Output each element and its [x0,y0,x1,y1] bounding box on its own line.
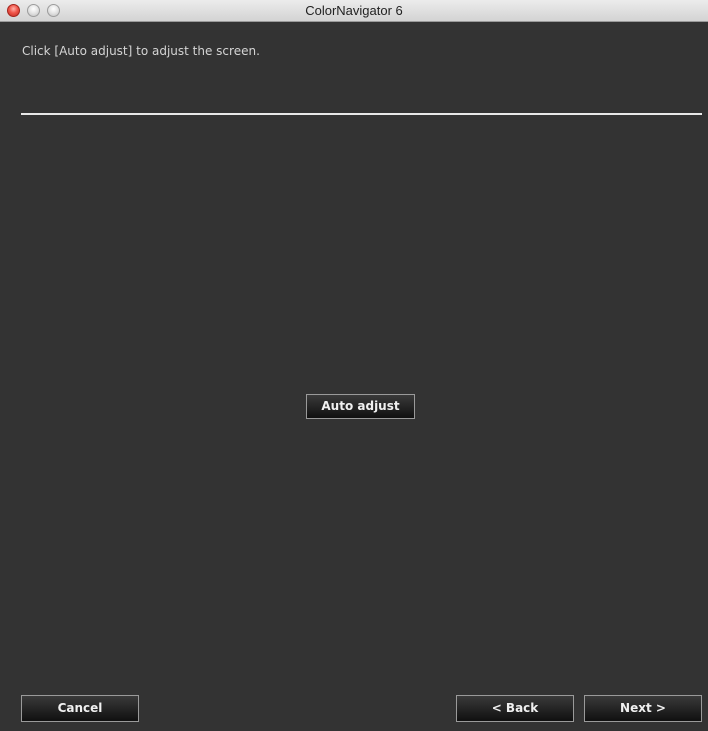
window-title: ColorNavigator 6 [305,3,403,18]
app-window: ColorNavigator 6 Click [Auto adjust] to … [0,0,708,731]
cancel-button[interactable]: Cancel [21,695,139,722]
title-bar[interactable]: ColorNavigator 6 [0,0,708,22]
instruction-text: Click [Auto adjust] to adjust the screen… [22,44,260,58]
divider [21,113,702,115]
next-button[interactable]: Next > [584,695,702,722]
auto-adjust-button[interactable]: Auto adjust [306,394,415,419]
back-button[interactable]: < Back [456,695,574,722]
